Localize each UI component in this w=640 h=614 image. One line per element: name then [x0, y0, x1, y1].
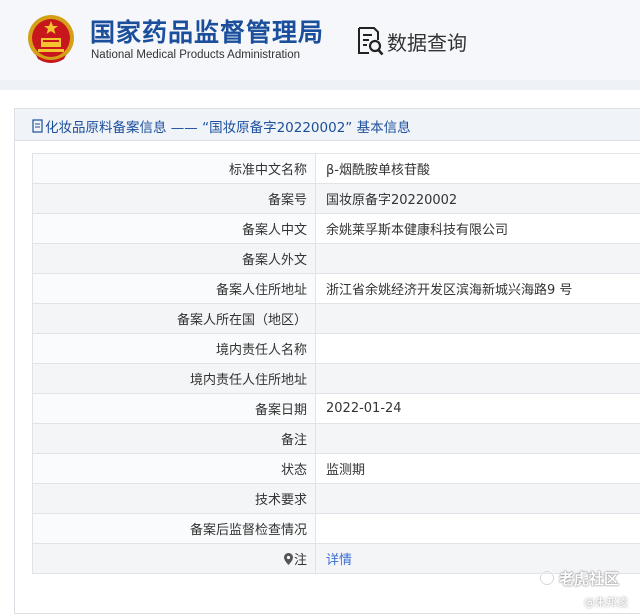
record-detail-table: 标准中文名称 β-烟酰胺单核苷酸 备案号 国妆原备字20220002 备案人中文…	[32, 153, 640, 574]
field-value	[315, 303, 640, 334]
field-value	[315, 423, 640, 454]
location-pin-icon	[283, 553, 293, 565]
document-icon	[32, 119, 43, 133]
agency-name-cn: 国家药品监督管理局	[90, 18, 325, 47]
note-label: 注	[293, 553, 307, 568]
field-label: 境内责任人住所地址	[32, 363, 316, 394]
header-divider	[0, 80, 640, 90]
field-label: 技术要求	[32, 483, 316, 514]
table-row: 标准中文名称 β-烟酰胺单核苷酸	[32, 153, 640, 184]
field-label: 备案人住所地址	[32, 273, 316, 304]
table-row: 备案人外文	[32, 243, 640, 274]
field-value	[315, 333, 640, 364]
data-query-link[interactable]: 数据查询	[387, 27, 467, 56]
field-value: 监测期	[315, 453, 640, 484]
field-label: 备案号	[32, 183, 316, 214]
table-row: 备案人中文 余姚莱孚斯本健康科技有限公司	[32, 213, 640, 244]
field-value: 2022-01-24	[315, 393, 640, 424]
table-row: 境内责任人名称	[32, 333, 640, 364]
site-header: 国家药品监督管理局 National Medical Products Admi…	[0, 0, 640, 80]
info-panel: 化妆品原料备案信息 —— “国妆原备字20220002” 基本信息 标准中文名称…	[14, 108, 640, 614]
field-value	[315, 513, 640, 544]
field-label: 标准中文名称	[32, 153, 316, 184]
table-row: 备案人所在国（地区）	[32, 303, 640, 334]
panel-title: 化妆品原料备案信息 —— “国妆原备字20220002” 基本信息	[45, 120, 411, 136]
field-label: 备注	[32, 423, 316, 454]
field-label: 状态	[32, 453, 316, 484]
table-row: 备案后监督检查情况	[32, 513, 640, 544]
field-label: 备案人外文	[32, 243, 316, 274]
tiger-community-logo-icon	[539, 570, 555, 586]
field-label: 备案日期	[32, 393, 316, 424]
table-row: 备案日期 2022-01-24	[32, 393, 640, 424]
field-value	[315, 243, 640, 274]
field-value: 浙江省余姚经济开发区滨海新城兴海路9 号	[315, 273, 640, 304]
field-value: β-烟酰胺单核苷酸	[315, 153, 640, 184]
table-row: 备案号 国妆原备字20220002	[32, 183, 640, 214]
field-value	[315, 483, 640, 514]
table-row: 状态 监测期	[32, 453, 640, 484]
agency-name-en: National Medical Products Administration	[91, 49, 301, 61]
table-row: 备案人住所地址 浙江省余姚经济开发区滨海新城兴海路9 号	[32, 273, 640, 304]
panel-title-bar: 化妆品原料备案信息 —— “国妆原备字20220002” 基本信息	[15, 109, 640, 141]
field-value	[315, 363, 640, 394]
watermark-author: @朱邦凌	[584, 596, 628, 609]
field-label: 备案人中文	[32, 213, 316, 244]
table-row: 境内责任人住所地址	[32, 363, 640, 394]
field-label: 备案人所在国（地区）	[32, 303, 316, 334]
table-row: 备注	[32, 423, 640, 454]
field-label-note: 注	[32, 543, 316, 574]
field-label: 境内责任人名称	[32, 333, 316, 364]
national-emblem-icon	[28, 15, 74, 63]
watermark-text: 老虎社区	[559, 570, 620, 588]
table-row: 技术要求	[32, 483, 640, 514]
document-search-icon	[358, 27, 384, 56]
field-value: 余姚莱孚斯本健康科技有限公司	[315, 213, 640, 244]
field-label: 备案后监督检查情况	[32, 513, 316, 544]
field-value: 国妆原备字20220002	[315, 183, 640, 214]
watermark: 老虎社区	[539, 568, 640, 588]
